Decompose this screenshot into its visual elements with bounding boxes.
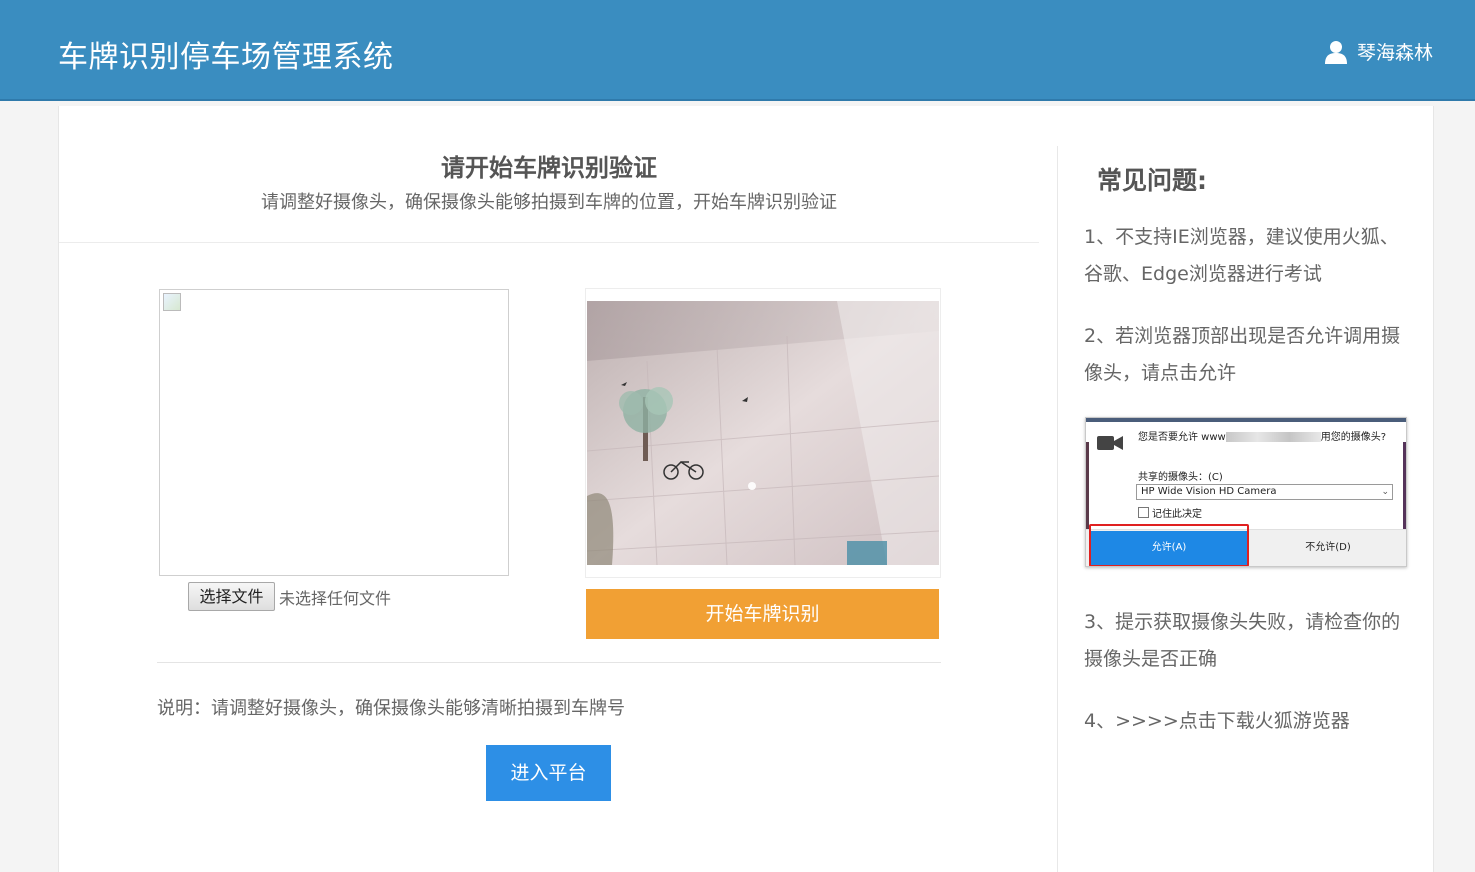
shared-camera-label: 共享的摄像头：(C): [1138, 472, 1223, 483]
checkbox-icon: [1138, 507, 1149, 518]
file-upload-control[interactable]: 选择文件 未选择任何文件: [188, 582, 391, 611]
app-title: 车牌识别停车场管理系统: [58, 40, 394, 75]
remember-label: 记住此决定: [1152, 509, 1202, 520]
camera-live-view: [587, 301, 939, 565]
main-card: 请开始车牌识别验证 请调整好摄像头，确保摄像头能够拍摄到车牌的位置，开始车牌识别…: [58, 106, 1434, 872]
camera-permission-screenshot: 您是否要允许 www 用您的摄像头? 共享的摄像头：(C) HP Wide Vis…: [1085, 417, 1407, 567]
file-status-text: 未选择任何文件: [279, 588, 392, 608]
faq-item-1: 1、不支持IE浏览器，建议使用火狐、谷歌、Edge浏览器进行考试: [1084, 226, 1399, 285]
dialog-message-prefix: 您是否要允许 www: [1138, 432, 1226, 443]
dialog-right-edge: [1403, 442, 1406, 532]
dialog-message: 您是否要允许 www 用您的摄像头?: [1138, 431, 1388, 444]
section-divider: [59, 242, 1039, 243]
instruction-note: 说明：请调整好摄像头，确保摄像头能够清晰拍摄到车牌号: [157, 698, 625, 719]
start-recognition-button[interactable]: 开始车牌识别: [586, 589, 939, 639]
choose-file-button[interactable]: 选择文件: [188, 582, 275, 611]
faq-item-2: 2、若浏览器顶部出现是否允许调用摄像头，请点击允许: [1084, 325, 1401, 384]
camera-select-value: HP Wide Vision HD Camera: [1141, 486, 1277, 497]
camera-feed-image: [587, 301, 939, 565]
user-icon: [1324, 40, 1347, 64]
top-navbar: 车牌识别停车场管理系统 琴海森林: [0, 0, 1475, 101]
upload-preview-image: [159, 289, 509, 576]
user-menu[interactable]: 琴海森林: [1324, 38, 1433, 65]
broken-image-icon: [163, 293, 181, 311]
dialog-message-suffix: 用您的摄像头?: [1320, 432, 1387, 443]
verify-subtitle: 请调整好摄像头，确保摄像头能够拍摄到车牌的位置，开始车牌识别验证: [261, 192, 837, 213]
user-name: 琴海森林: [1356, 42, 1433, 64]
faq-item-4-download-link[interactable]: 4、>>>>点击下载火狐游览器: [1084, 703, 1404, 740]
camera-select: HP Wide Vision HD Camera ⌄: [1136, 484, 1393, 500]
dialog-left-edge: [1086, 442, 1089, 532]
enter-platform-button[interactable]: 进入平台: [486, 745, 611, 801]
allow-highlight-box: [1089, 524, 1249, 566]
faq-title: 常见问题:: [1097, 166, 1207, 195]
camera-frame: [585, 288, 941, 578]
column-divider: [1057, 146, 1058, 872]
faq-item-3: 3、提示获取摄像头失败，请检查你的摄像头是否正确: [1084, 611, 1401, 670]
verify-title: 请开始车牌识别验证: [441, 154, 657, 182]
dialog-deny-button: 不允许(D): [1305, 542, 1351, 553]
blurred-domain: [1225, 432, 1321, 442]
video-camera-icon: [1097, 436, 1123, 450]
remember-decision: 记住此决定: [1138, 505, 1202, 520]
chevron-down-icon: ⌄: [1381, 487, 1389, 497]
dialog-top-border: [1086, 418, 1406, 422]
content-divider: [157, 662, 941, 663]
